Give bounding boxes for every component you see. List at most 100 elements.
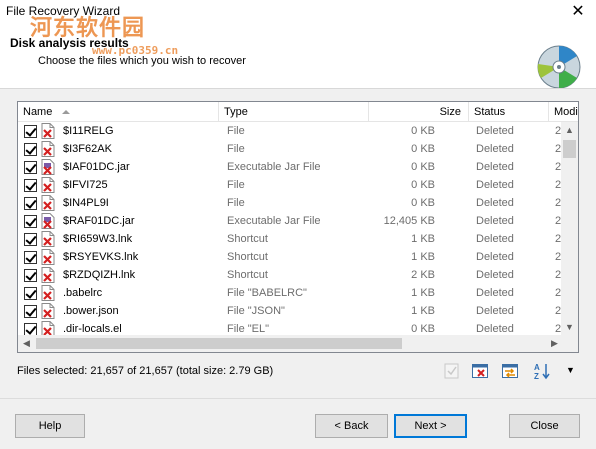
row-name: $RSYEVKS.lnk (63, 251, 139, 263)
row-status: Deleted (476, 197, 514, 209)
table-row[interactable]: $RZDQIZH.lnk Shortcut 2 KB Deleted 2 (18, 266, 561, 284)
row-status: Deleted (476, 233, 514, 245)
row-status: Deleted (476, 215, 514, 227)
row-size: 0 KB (411, 179, 435, 191)
wizard-footer (0, 398, 596, 449)
file-deleted-icon (41, 285, 55, 301)
table-row[interactable]: $IN4PL9I File 0 KB Deleted 2 (18, 194, 561, 212)
vertical-scrollbar[interactable]: ▲ ▼ (561, 122, 578, 336)
watermark-url: www.pc0359.cn (92, 44, 179, 57)
table-row[interactable]: $I11RELG File 0 KB Deleted 2 (18, 122, 561, 140)
row-size: 0 KB (411, 125, 435, 137)
scrollbar-corner (561, 335, 578, 352)
row-name: $I11RELG (63, 125, 114, 137)
row-status: Deleted (476, 251, 514, 263)
jar-file-deleted-icon (41, 213, 55, 229)
row-checkbox[interactable] (24, 251, 37, 264)
scroll-left-icon[interactable]: ◀ (18, 335, 35, 352)
table-row[interactable]: $I3F62AK File 0 KB Deleted 2 (18, 140, 561, 158)
row-size: 0 KB (411, 161, 435, 173)
row-checkbox[interactable] (24, 215, 37, 228)
row-name: $RAF01DC.jar (63, 215, 135, 227)
table-row[interactable]: $RI659W3.lnk Shortcut 1 KB Deleted 2 (18, 230, 561, 248)
row-checkbox[interactable] (24, 233, 37, 246)
file-deleted-icon (41, 249, 55, 265)
row-checkbox[interactable] (24, 143, 37, 156)
column-type-label: Type (224, 106, 248, 118)
sort-dropdown-arrow-icon[interactable]: ▼ (566, 363, 575, 377)
next-button[interactable]: Next > (394, 414, 467, 438)
row-status: Deleted (476, 179, 514, 191)
row-name: $IFVI725 (63, 179, 108, 191)
horizontal-scrollbar[interactable]: ◀ ▶ (18, 335, 563, 352)
row-size: 0 KB (411, 197, 435, 209)
row-size: 0 KB (411, 143, 435, 155)
row-status: Deleted (476, 125, 514, 137)
column-name-label: Name (23, 106, 53, 118)
check-all-icon[interactable] (443, 362, 461, 380)
row-size: 1 KB (411, 233, 435, 245)
svg-text:Z: Z (534, 372, 539, 380)
row-status: Deleted (476, 143, 514, 155)
row-status: Deleted (476, 161, 514, 173)
table-row[interactable]: .babelrc File "BABELRC" 1 KB Deleted 2 (18, 284, 561, 302)
row-checkbox[interactable] (24, 161, 37, 174)
row-checkbox[interactable] (24, 269, 37, 282)
file-deleted-icon (41, 177, 55, 193)
row-status: Deleted (476, 269, 514, 281)
row-name: $IAF01DC.jar (63, 161, 130, 173)
close-button[interactable]: Close (509, 414, 580, 438)
sort-ascending-icon (62, 110, 70, 114)
column-header-name[interactable]: Name (18, 102, 219, 122)
disc-icon (537, 45, 581, 89)
row-status: Deleted (476, 287, 514, 299)
horizontal-scroll-thumb[interactable] (36, 338, 402, 349)
row-size: 2 KB (411, 269, 435, 281)
row-size: 1 KB (411, 251, 435, 263)
help-button[interactable]: Help (15, 414, 85, 438)
back-button[interactable]: < Back (315, 414, 388, 438)
scroll-up-icon[interactable]: ▲ (561, 122, 578, 139)
uncheck-all-icon[interactable] (471, 362, 489, 380)
scroll-down-icon[interactable]: ▼ (561, 319, 578, 336)
row-name: .bower.json (63, 305, 119, 317)
row-checkbox[interactable] (24, 125, 37, 138)
vertical-scroll-thumb[interactable] (563, 140, 576, 158)
table-row[interactable]: $RSYEVKS.lnk Shortcut 1 KB Deleted 2 (18, 248, 561, 266)
table-row[interactable]: $IFVI725 File 0 KB Deleted 2 (18, 176, 561, 194)
table-row[interactable]: $RAF01DC.jar Executable Jar File 12,405 KB… (18, 212, 561, 230)
row-checkbox[interactable] (24, 287, 37, 300)
column-header-type[interactable]: Type (219, 102, 369, 122)
row-name: .babelrc (63, 287, 103, 299)
file-deleted-icon (41, 231, 55, 247)
row-checkbox[interactable] (24, 179, 37, 192)
table-row[interactable]: $IAF01DC.jar Executable Jar File 0 KB Delet… (18, 158, 561, 176)
file-list[interactable]: Name Type Size Status Modi $I11RELG File 0… (17, 101, 579, 353)
column-header-modified[interactable]: Modi (549, 102, 578, 122)
close-icon[interactable]: ✕ (568, 2, 588, 22)
file-deleted-icon (41, 141, 55, 157)
column-status-label: Status (474, 106, 506, 118)
row-name: $IN4PL9I (63, 197, 109, 209)
column-size-label: Size (439, 106, 461, 118)
sort-az-icon[interactable]: A Z (533, 362, 551, 380)
column-header-status[interactable]: Status (469, 102, 549, 122)
column-header-size[interactable]: Size (369, 102, 469, 122)
selection-info: Files selected: 21,657 of 21,657 (total … (17, 365, 274, 377)
row-name: $RI659W3.lnk (63, 233, 133, 245)
file-deleted-icon (41, 195, 55, 211)
list-header: Name Type Size Status Modi (18, 102, 578, 122)
row-checkbox[interactable] (24, 197, 37, 210)
row-checkbox[interactable] (24, 305, 37, 318)
list-rows: $I11RELG File 0 KB Deleted 2 $I3F62AK File 0 KB… (18, 122, 561, 337)
column-modified-label: Modi (554, 106, 578, 118)
row-size: 12,405 KB (383, 215, 435, 227)
row-size: 1 KB (411, 305, 435, 317)
row-name: $RZDQIZH.lnk (63, 269, 136, 281)
file-deleted-icon (41, 267, 55, 283)
watermark-logo: 河东软件园 (30, 16, 146, 41)
invert-selection-icon[interactable] (501, 362, 519, 380)
file-deleted-icon (41, 303, 55, 319)
row-status: Deleted (476, 305, 514, 317)
table-row[interactable]: .bower.json File "JSON" 1 KB Deleted 2 (18, 302, 561, 320)
